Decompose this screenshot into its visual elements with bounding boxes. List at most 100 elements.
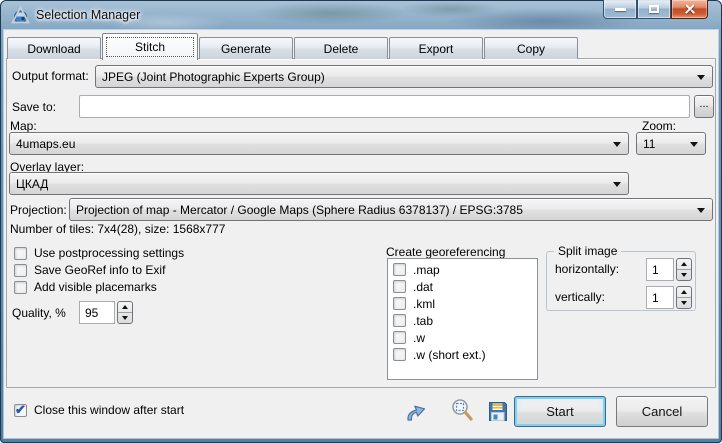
use-postprocessing-checkbox[interactable]: [14, 247, 27, 260]
chevron-down-icon: [613, 142, 621, 147]
projection-label: Projection:: [10, 203, 67, 217]
chevron-down-icon: [690, 142, 698, 147]
save-georef-exif-checkbox[interactable]: [14, 264, 27, 277]
georeferencing-title: Create georeferencing: [386, 245, 505, 259]
georef-dat-row: .dat: [393, 280, 537, 293]
georef-w-checkbox[interactable]: [393, 331, 406, 344]
chevron-down-icon: [613, 182, 621, 187]
minimize-icon: [615, 8, 626, 11]
tab-label: Export: [419, 42, 454, 56]
tab-bar: Download Stitch Generate Delete Export C…: [7, 36, 579, 59]
split-horizontally-label: horizontally:: [555, 262, 619, 276]
zoom-combobox[interactable]: 11: [636, 132, 706, 155]
quality-label: Quality, %: [12, 306, 66, 320]
georef-dat-label[interactable]: .dat: [413, 280, 433, 294]
browse-button[interactable]: ...: [694, 95, 714, 118]
app-icon: [11, 6, 30, 25]
split-horizontally-input[interactable]: 1: [646, 258, 674, 281]
georef-kml-label[interactable]: .kml: [413, 297, 435, 311]
tab-label: Download: [27, 42, 80, 56]
spin-down-button[interactable]: [677, 270, 691, 280]
screen: Selection Manager Download Stitch Genera…: [0, 0, 722, 443]
titlebar: Selection Manager: [0, 0, 722, 30]
split-image-group: Split image horizontally: 1 vertically: …: [546, 251, 696, 311]
georef-w-label[interactable]: .w: [413, 331, 425, 345]
tab-export[interactable]: Export: [389, 37, 483, 59]
cancel-button[interactable]: Cancel: [616, 396, 708, 427]
chevron-down-icon: [697, 208, 705, 213]
add-placemarks-label[interactable]: Add visible placemarks: [34, 280, 157, 294]
quality-spin-buttons: [117, 301, 133, 324]
split-vertically-spin-buttons: [676, 286, 692, 309]
save-selection-button[interactable]: [485, 398, 511, 424]
save-to-label: Save to:: [12, 100, 56, 114]
output-format-value: JPEG (Joint Photographic Experts Group): [102, 70, 325, 84]
overlay-layer-value: ЦКАД: [16, 177, 48, 191]
georef-kml-row: .kml: [393, 297, 537, 310]
zoom-value: 11: [643, 137, 655, 151]
start-button[interactable]: Start: [514, 396, 606, 427]
split-image-title: Split image: [554, 244, 621, 258]
go-to-selection-button[interactable]: [403, 399, 429, 425]
projection-value: Projection of map - Mercator / Google Ma…: [76, 203, 523, 217]
georeferencing-listbox: .map .dat .kml .tab .w .w (short ext.): [387, 258, 538, 380]
tab-download[interactable]: Download: [7, 37, 101, 59]
close-after-start-label[interactable]: Close this window after start: [34, 403, 184, 417]
georef-dat-checkbox[interactable]: [393, 280, 406, 293]
browse-button-label: ...: [699, 98, 708, 110]
georef-w-short-label[interactable]: .w (short ext.): [413, 348, 486, 362]
save-georef-exif-label[interactable]: Save GeoRef info to Exif: [34, 263, 165, 277]
overlay-layer-combobox[interactable]: ЦКАД: [9, 172, 629, 195]
quality-input[interactable]: 95: [79, 301, 115, 324]
georef-w-short-checkbox[interactable]: [393, 348, 406, 361]
tab-label: Generate: [221, 42, 271, 56]
selection-manager-window: Selection Manager Download Stitch Genera…: [0, 0, 722, 443]
maximize-icon: [649, 5, 659, 13]
output-format-combobox[interactable]: JPEG (Joint Photographic Experts Group): [95, 65, 713, 88]
tab-label: Copy: [517, 42, 545, 56]
spin-down-button[interactable]: [677, 298, 691, 308]
close-after-start-row: Close this window after start: [14, 403, 184, 417]
map-label: Map:: [10, 119, 37, 133]
zoom-to-selection-button[interactable]: [449, 397, 475, 423]
spin-up-button[interactable]: [677, 259, 691, 270]
map-combobox[interactable]: 4umaps.eu: [9, 132, 629, 155]
chevron-down-icon: [697, 75, 705, 80]
tab-label: Stitch: [135, 40, 165, 54]
floppy-save-icon: [488, 401, 508, 422]
georef-tab-checkbox[interactable]: [393, 314, 406, 327]
georef-w-row: .w: [393, 331, 537, 344]
georef-kml-checkbox[interactable]: [393, 297, 406, 310]
split-vertically-value: 1: [652, 291, 659, 305]
quality-value: 95: [85, 306, 98, 320]
add-placemarks-checkbox[interactable]: [14, 281, 27, 294]
georef-tab-label[interactable]: .tab: [413, 314, 433, 328]
split-vertically-label: vertically:: [555, 290, 605, 304]
maximize-button[interactable]: [637, 0, 671, 19]
tab-generate[interactable]: Generate: [199, 37, 293, 59]
map-value: 4umaps.eu: [16, 137, 75, 151]
output-format-label: Output format:: [12, 69, 89, 83]
tab-stitch[interactable]: Stitch: [102, 33, 198, 60]
quality-spinner: 95: [79, 301, 133, 324]
tab-copy[interactable]: Copy: [484, 37, 578, 59]
tiles-info-text: Number of tiles: 7x4(28), size: 1568x777: [10, 222, 225, 236]
spin-up-button[interactable]: [677, 287, 691, 298]
use-postprocessing-label[interactable]: Use postprocessing settings: [34, 246, 184, 260]
georef-map-label[interactable]: .map: [413, 263, 440, 277]
minimize-button[interactable]: [603, 0, 637, 19]
georef-map-checkbox[interactable]: [393, 263, 406, 276]
split-vertically-input[interactable]: 1: [646, 286, 674, 309]
tab-label: Delete: [324, 42, 359, 56]
spin-down-button[interactable]: [118, 313, 132, 323]
tab-delete[interactable]: Delete: [294, 37, 388, 59]
close-after-start-checkbox[interactable]: [14, 404, 27, 417]
save-to-input[interactable]: [79, 95, 690, 118]
spin-up-button[interactable]: [118, 302, 132, 313]
close-button[interactable]: [671, 0, 708, 19]
add-placemarks-row: Add visible placemarks: [14, 280, 157, 294]
projection-combobox[interactable]: Projection of map - Mercator / Google Ma…: [69, 198, 713, 221]
use-postprocessing-row: Use postprocessing settings: [14, 246, 184, 260]
split-horizontally-spinner: 1: [646, 258, 692, 281]
magnifier-selection-icon: [451, 398, 473, 422]
